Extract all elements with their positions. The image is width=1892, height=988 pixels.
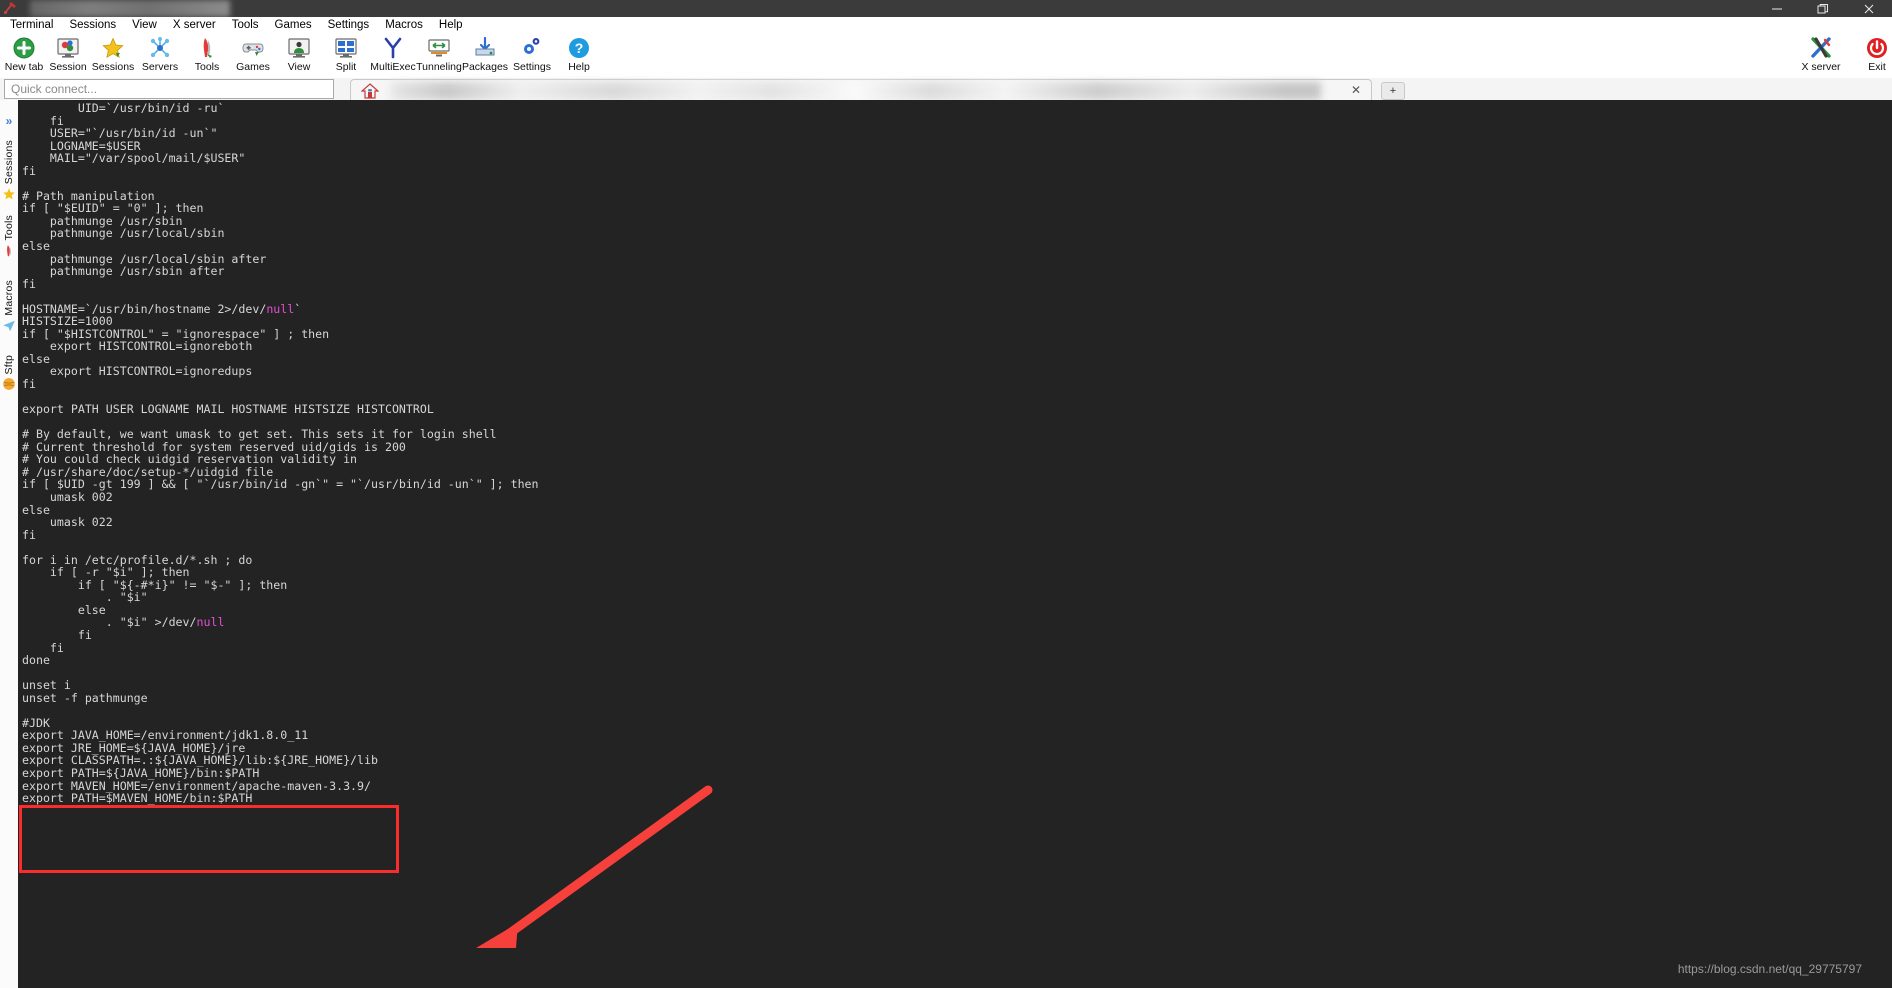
toolbar-label: View bbox=[287, 61, 311, 73]
terminal-highlight-null-1: null bbox=[266, 301, 295, 316]
toolbar-help[interactable]: ? Help bbox=[547, 34, 611, 78]
gears-icon bbox=[520, 35, 544, 60]
tab-close-icon[interactable]: ✕ bbox=[1351, 83, 1361, 97]
sidebar-item-sftp[interactable]: Sftp bbox=[0, 355, 18, 392]
toolbar: New tab Session Sessions Servers Tools G… bbox=[0, 33, 1892, 79]
menu-macros[interactable]: Macros bbox=[377, 17, 431, 33]
window-title-blurred bbox=[30, 0, 230, 17]
menu-sessions[interactable]: Sessions bbox=[61, 17, 124, 33]
x-server-icon bbox=[1809, 35, 1833, 60]
star-icon bbox=[1, 186, 17, 202]
menu-tools[interactable]: Tools bbox=[224, 17, 267, 33]
download-box-icon bbox=[473, 35, 497, 60]
paper-plane-icon bbox=[1, 318, 17, 334]
minimize-button[interactable] bbox=[1754, 0, 1800, 17]
menu-bar: Terminal Sessions View X server Tools Ga… bbox=[0, 17, 1892, 33]
restore-button[interactable] bbox=[1800, 0, 1846, 17]
toolbar-x-server[interactable]: X server bbox=[1789, 34, 1853, 78]
sidebar-item-label: Sessions bbox=[3, 140, 15, 185]
menu-view[interactable]: View bbox=[124, 17, 165, 33]
toolbar-label: Games bbox=[236, 61, 270, 73]
quick-connect-input[interactable]: Quick connect... bbox=[4, 79, 334, 99]
quick-connect-row: Quick connect... ✕ + bbox=[0, 78, 1892, 101]
terminal-block-1: UID=`/usr/bin/id -ru` fi USER="`/usr/bin… bbox=[22, 101, 267, 316]
swiss-knife-icon bbox=[195, 35, 219, 60]
toolbar-exit[interactable]: Exit bbox=[1845, 34, 1892, 78]
sidebar-item-label: Macros bbox=[3, 280, 15, 316]
tab-title-blurred bbox=[391, 82, 1321, 100]
sidebar-item-label: Tools bbox=[3, 215, 15, 241]
menu-terminal[interactable]: Terminal bbox=[2, 17, 61, 33]
toolbar-label: Help bbox=[568, 61, 590, 73]
svg-text:?: ? bbox=[575, 40, 584, 56]
globe-icon bbox=[1, 376, 17, 392]
toolbar-label: Exit bbox=[1868, 61, 1886, 73]
plus-circle-icon bbox=[12, 35, 36, 60]
title-bar bbox=[0, 0, 1892, 17]
left-sidebar: » Sessions Tools Macros Sftp bbox=[0, 100, 19, 988]
gamepad-icon bbox=[241, 35, 265, 60]
sidebar-item-macros[interactable]: Macros bbox=[0, 280, 18, 334]
window-controls bbox=[1754, 0, 1892, 17]
tab-strip: ✕ + bbox=[345, 78, 1892, 101]
monitor-user-icon bbox=[287, 35, 311, 60]
menu-settings[interactable]: Settings bbox=[320, 17, 378, 33]
sidebar-item-tools[interactable]: Tools bbox=[0, 215, 18, 259]
question-circle-icon: ? bbox=[567, 35, 591, 60]
terminal-text: UID=`/usr/bin/id -ru` fi USER="`/usr/bin… bbox=[22, 102, 539, 805]
split-grid-icon bbox=[334, 35, 358, 60]
toolbar-label: Split bbox=[335, 61, 357, 73]
menu-help[interactable]: Help bbox=[431, 17, 471, 33]
toolbar-label: Tools bbox=[194, 61, 220, 73]
network-nodes-icon bbox=[148, 35, 172, 60]
mobaxterm-window: Terminal Sessions View X server Tools Ga… bbox=[0, 0, 1892, 988]
home-icon bbox=[361, 83, 379, 99]
terminal-tab-active[interactable]: ✕ bbox=[350, 79, 1372, 101]
terminal-highlight-null-2: null bbox=[196, 615, 225, 630]
menu-games[interactable]: Games bbox=[267, 17, 320, 33]
fork-y-icon bbox=[381, 35, 405, 60]
terminal-block-3: fi fi done unset i unset -f pathmunge #J… bbox=[22, 627, 378, 806]
new-tab-button[interactable]: + bbox=[1381, 82, 1405, 100]
swiss-knife-icon bbox=[1, 243, 17, 259]
toolbar-label: X server bbox=[1801, 61, 1841, 73]
session-monitor-icon bbox=[56, 35, 80, 60]
watermark-text: https://blog.csdn.net/qq_29775797 bbox=[1677, 962, 1862, 976]
star-icon bbox=[101, 35, 125, 60]
sidebar-item-label: Sftp bbox=[3, 355, 15, 375]
toolbar-label: Servers bbox=[141, 61, 179, 73]
toolbar-label: Settings bbox=[513, 61, 551, 73]
terminal-pane[interactable]: UID=`/usr/bin/id -ru` fi USER="`/usr/bin… bbox=[18, 100, 1892, 988]
sidebar-item-sessions[interactable]: Sessions bbox=[0, 140, 18, 202]
expand-sidebar-icon[interactable]: » bbox=[0, 114, 18, 128]
annotation-highlight-box bbox=[19, 805, 399, 873]
power-exit-icon bbox=[1865, 35, 1889, 60]
app-logo-icon bbox=[3, 2, 16, 15]
menu-x-server[interactable]: X server bbox=[165, 17, 224, 33]
terminal-block-2: ` HISTSIZE=1000 if [ "$HISTCONTROL" = "i… bbox=[22, 301, 539, 630]
close-button[interactable] bbox=[1846, 0, 1892, 17]
tunnel-arrows-icon bbox=[427, 35, 451, 60]
